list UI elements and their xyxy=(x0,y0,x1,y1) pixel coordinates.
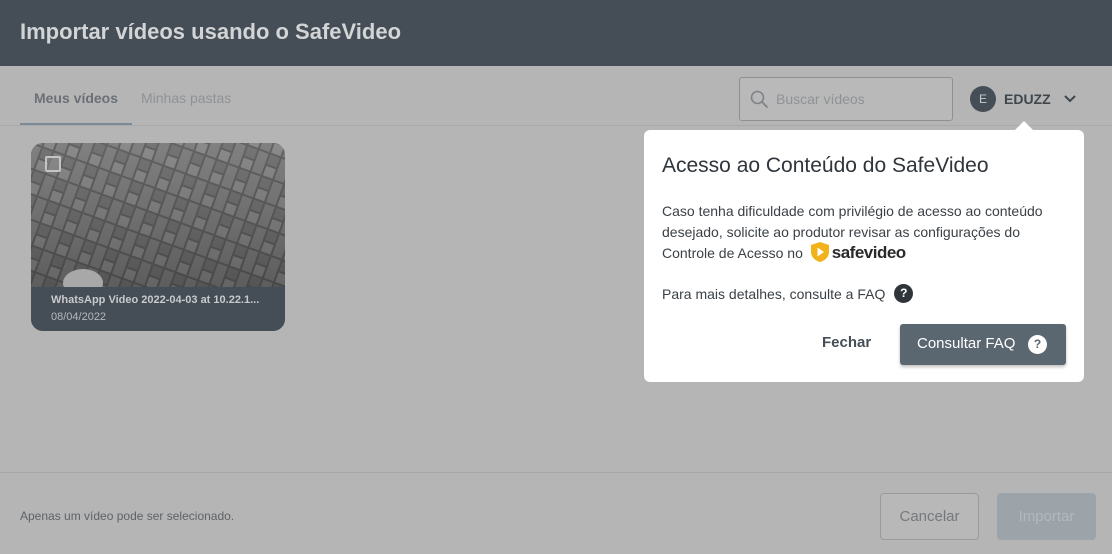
help-icon: ? xyxy=(1028,335,1047,354)
selection-note: Apenas um vídeo pode ser selecionado. xyxy=(20,509,235,523)
faq-hint-text: Para mais detalhes, consulte a FAQ xyxy=(662,286,886,303)
access-info-popover: Acesso ao Conteúdo do SafeVideo Caso ten… xyxy=(644,130,1084,382)
safevideo-logo: safevideo xyxy=(810,241,906,263)
search-input[interactable]: Buscar vídeos xyxy=(739,77,953,121)
chevron-down-icon[interactable] xyxy=(1062,91,1078,107)
help-icon: ? xyxy=(894,284,914,303)
video-title: WhatsApp Video 2022-04-03 at 10.22.1... xyxy=(51,294,260,306)
consult-faq-button[interactable]: Consultar FAQ ? xyxy=(900,324,1066,365)
avatar: E xyxy=(970,86,996,112)
account-name: EDUZZ xyxy=(1004,91,1051,107)
video-card[interactable]: WhatsApp Video 2022-04-03 at 10.22.1... … xyxy=(31,143,285,331)
search-icon xyxy=(750,90,768,108)
footer-bar: Apenas um vídeo pode ser selecionado. Ca… xyxy=(0,472,1112,554)
faq-hint: Para mais detalhes, consulte a FAQ ? xyxy=(662,284,914,305)
cancel-button[interactable]: Cancelar xyxy=(880,493,979,540)
safevideo-wordmark: safevideo xyxy=(831,242,906,262)
tab-meus-videos[interactable]: Meus vídeos xyxy=(20,90,132,125)
header-bar: Importar vídeos usando o SafeVideo xyxy=(0,0,1112,66)
import-button[interactable]: Importar xyxy=(997,493,1096,540)
page-title: Importar vídeos usando o SafeVideo xyxy=(20,19,402,44)
video-date: 08/04/2022 xyxy=(51,311,107,323)
video-info: WhatsApp Video 2022-04-03 at 10.22.1... … xyxy=(31,287,285,331)
popover-title: Acesso ao Conteúdo do SafeVideo xyxy=(662,154,989,177)
popover-body: Caso tenha dificuldade com privilégio de… xyxy=(662,201,1072,265)
safevideo-shield-icon xyxy=(810,242,829,263)
tab-minhas-pastas[interactable]: Minhas pastas xyxy=(141,90,231,125)
close-button[interactable]: Fechar xyxy=(822,334,871,351)
search-placeholder: Buscar vídeos xyxy=(776,91,865,107)
consult-faq-label: Consultar FAQ xyxy=(917,335,1016,352)
video-select-checkbox[interactable] xyxy=(45,156,61,172)
video-thumbnail xyxy=(31,143,285,287)
